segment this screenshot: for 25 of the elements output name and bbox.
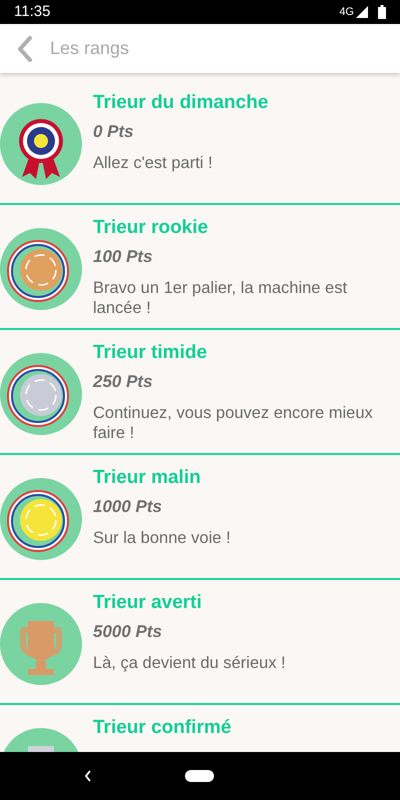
trophy-icon xyxy=(0,603,82,685)
rank-points: 5000 Pts xyxy=(93,621,163,643)
page-title: Les rangs xyxy=(50,37,130,60)
back-icon xyxy=(84,770,92,782)
rank-description: Continuez, vous pouvez encore mieux faire ! xyxy=(93,403,374,443)
rank-title: Trieur averti xyxy=(93,591,203,615)
rank-points: 250 Pts xyxy=(93,371,154,393)
battery-icon xyxy=(378,5,386,19)
rank-title: Trieur rookie xyxy=(93,216,210,240)
home-button[interactable] xyxy=(185,770,214,782)
rank-description: Bravo un 1er palier, la machine est lancée ! xyxy=(93,278,348,318)
rank-title: Trieur malin xyxy=(93,466,202,490)
rank-points: 1000 Pts xyxy=(93,496,163,518)
rank-description: Allez c'est parti ! xyxy=(93,153,214,173)
rank-title: Trieur confirmé xyxy=(93,716,232,740)
signal-icon xyxy=(356,6,368,18)
status-time: 11:35 xyxy=(14,2,50,22)
rank-points: 100 Pts xyxy=(93,246,154,268)
rank-description: Là, ça devient du sérieux ! xyxy=(93,653,286,673)
rank-points: 0 Pts xyxy=(93,121,135,143)
back-icon xyxy=(17,36,33,62)
rank-description: Sur la bonne voie ! xyxy=(93,528,231,548)
rank-title: Trieur timide xyxy=(93,341,208,365)
rank-title: Trieur du dimanche xyxy=(93,91,268,115)
network-type: 4G xyxy=(339,4,354,20)
